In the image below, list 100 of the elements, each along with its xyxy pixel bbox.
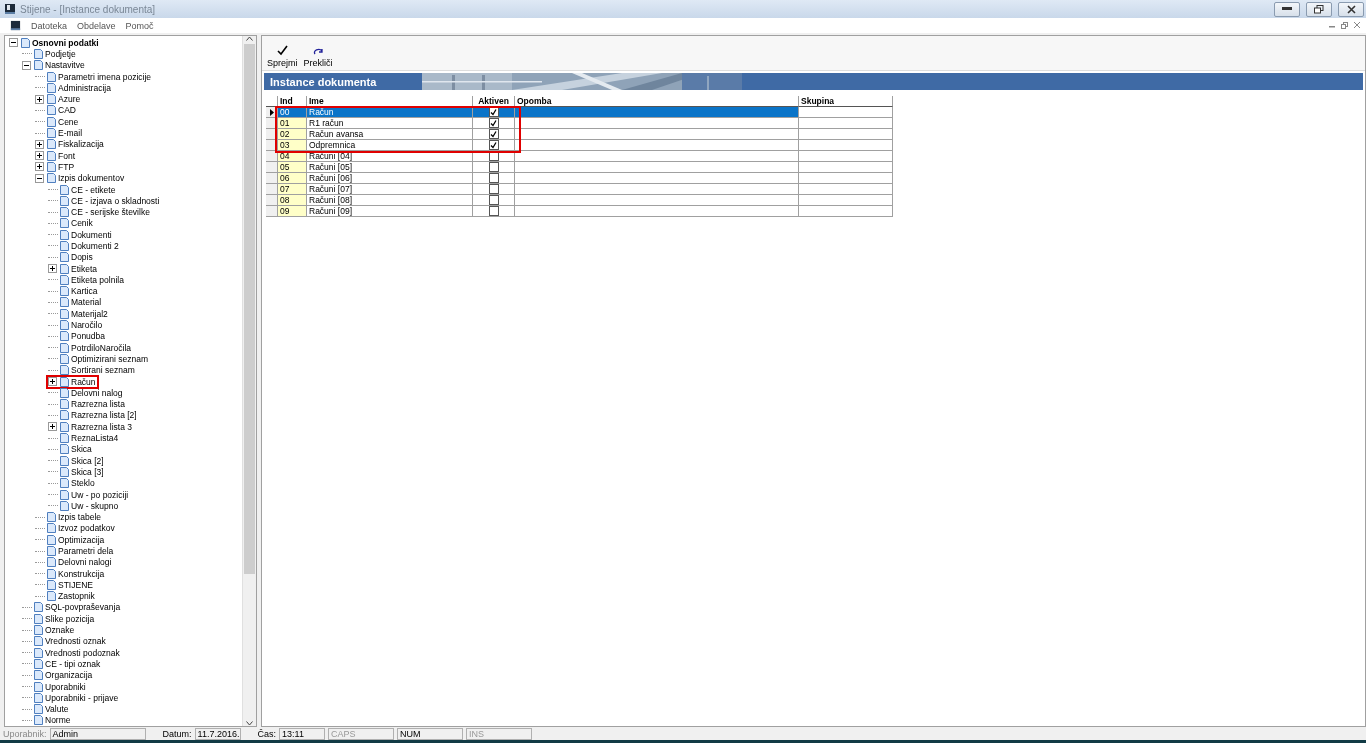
tree-item[interactable]: CE - etikete — [70, 184, 117, 195]
tree-item[interactable]: Zastopnik — [57, 591, 96, 602]
tree-item[interactable]: Razrezna lista [2] — [70, 410, 138, 421]
tree-item[interactable]: Material — [70, 297, 103, 308]
tree-item[interactable]: CE - izjava o skladnosti — [70, 195, 161, 206]
restore-icon[interactable] — [1341, 22, 1348, 29]
tree-item[interactable]: Parametri imena pozicije — [57, 71, 153, 82]
tree-item[interactable]: Skica — [70, 444, 93, 455]
tree-item[interactable]: FTP — [57, 161, 76, 172]
column-header[interactable]: Ime — [307, 96, 473, 107]
tree-item[interactable]: Skica [2] — [70, 455, 105, 466]
expand-icon[interactable] — [48, 422, 57, 432]
restore-button[interactable] — [1306, 1, 1332, 17]
checkbox[interactable] — [488, 206, 499, 216]
tree-item[interactable]: Vrednosti oznak — [44, 636, 107, 647]
collapse-icon[interactable] — [35, 173, 44, 183]
expand-icon[interactable] — [35, 151, 44, 161]
tree-item[interactable]: Norme — [44, 715, 72, 726]
expand-icon[interactable] — [48, 377, 57, 387]
menu-item[interactable]: Obdelave — [77, 20, 116, 31]
tree-item[interactable]: Izpis dokumentov — [57, 173, 126, 184]
checkbox[interactable] — [488, 162, 499, 172]
tree-item[interactable]: Osnovni podatki — [31, 37, 100, 48]
tree-item[interactable]: Slike pozicija — [44, 613, 96, 624]
close-button[interactable] — [1338, 1, 1364, 17]
expand-icon[interactable] — [35, 162, 44, 172]
tree-item[interactable]: Cene — [57, 116, 80, 127]
tree-item[interactable]: PotrdiloNaročila — [70, 342, 132, 353]
table-cell: Račun avansa — [307, 129, 473, 140]
checkbox[interactable] — [488, 195, 499, 205]
tree-item[interactable]: Steklo — [70, 478, 96, 489]
tree-item[interactable]: Uw - po poziciji — [70, 489, 130, 500]
menu-item[interactable]: Pomoč — [125, 20, 154, 31]
column-header[interactable]: Opomba — [515, 96, 799, 107]
collapse-icon[interactable] — [22, 60, 31, 70]
checkbox[interactable] — [488, 129, 499, 139]
tree-item[interactable]: Etiketa — [70, 263, 98, 274]
tree-item[interactable]: CE - tipi oznak — [44, 658, 102, 669]
tree-item[interactable]: Razrezna lista 3 — [70, 421, 133, 432]
save-button[interactable]: Sprejmi — [266, 45, 299, 70]
tree-item[interactable]: Optimizacija — [57, 534, 106, 545]
tree-item[interactable]: Uw - skupno — [70, 500, 120, 511]
tree-item[interactable]: ReznaLista4 — [70, 433, 120, 444]
close-icon[interactable] — [1354, 22, 1360, 28]
column-header[interactable]: Ind — [278, 96, 307, 107]
tree-item[interactable]: Cenik — [70, 218, 94, 229]
checkbox[interactable] — [488, 151, 499, 161]
tree-item[interactable]: Organizacija — [44, 670, 94, 681]
column-header[interactable]: Skupina — [799, 96, 893, 107]
tree-item[interactable]: Azure — [57, 94, 82, 105]
tree-item[interactable]: Administracija — [57, 82, 112, 93]
tree-item[interactable]: STIJENE — [57, 579, 94, 590]
menu-item[interactable]: Datoteka — [31, 20, 68, 31]
tree-item[interactable]: Sortirani seznam — [70, 365, 136, 376]
scrollbar[interactable] — [242, 36, 256, 726]
tree-item[interactable]: Parametri dela — [57, 546, 115, 556]
tree-item[interactable]: Delovni nalog — [70, 387, 124, 398]
tree-item[interactable]: Materijal2 — [70, 308, 109, 319]
tree-item[interactable]: Valute — [44, 704, 70, 715]
scroll-thumb[interactable] — [244, 44, 255, 574]
tree-item[interactable]: Etiketa polnila — [70, 274, 125, 285]
tree-item[interactable]: Kartica — [70, 286, 99, 297]
collapse-icon[interactable] — [9, 38, 18, 48]
tree-item[interactable]: Fiskalizacija — [57, 139, 105, 150]
tree-item[interactable]: Račun — [70, 376, 97, 387]
tree-item[interactable]: Oznake — [44, 625, 76, 636]
scroll-down-icon[interactable] — [246, 721, 253, 726]
tree-item[interactable]: Izvoz podatkov — [57, 523, 116, 534]
tree-item[interactable]: Izpis tabele — [57, 512, 102, 523]
tree-item[interactable]: E-mail — [57, 128, 84, 138]
tree-item[interactable]: Dokumenti 2 — [70, 241, 120, 251]
tree-item[interactable]: Podjetje — [44, 48, 77, 59]
expand-icon[interactable] — [35, 139, 44, 149]
checkbox[interactable] — [488, 140, 499, 150]
tree-item[interactable]: Ponudba — [70, 331, 107, 342]
checkbox[interactable] — [488, 118, 499, 128]
tree-item[interactable]: Font — [57, 150, 76, 161]
tree-item[interactable]: Dopis — [70, 252, 94, 263]
checkbox[interactable] — [488, 173, 499, 183]
minimize-button[interactable] — [1274, 1, 1300, 17]
checkbox[interactable] — [488, 184, 499, 194]
tree-item[interactable]: Vrednosti podoznak — [44, 647, 121, 658]
expand-icon[interactable] — [35, 94, 44, 104]
tree-item[interactable]: Konstrukcija — [57, 568, 106, 579]
tree-item[interactable]: Dokumenti — [70, 229, 113, 240]
tree-item[interactable]: SQL-povpraševanja — [44, 602, 122, 613]
tree-item[interactable]: Delovni nalogi — [57, 557, 113, 568]
expand-icon[interactable] — [48, 264, 57, 274]
tree-item[interactable]: Razrezna lista — [70, 399, 126, 410]
cancel-button[interactable]: Prekliči — [302, 48, 334, 70]
tree-item[interactable]: CAD — [57, 105, 77, 116]
tree-item[interactable]: Naročilo — [70, 320, 104, 331]
checkbox[interactable] — [488, 107, 499, 117]
tree-item[interactable]: CE - serijske številke — [70, 207, 151, 218]
tree-item[interactable]: Nastavitve — [44, 60, 86, 71]
tree-item[interactable]: Optimizirani seznam — [70, 353, 149, 364]
scroll-up-icon[interactable] — [246, 36, 253, 41]
tree-item[interactable]: Uporabniki — [44, 681, 87, 692]
tree-item[interactable]: Skica [3] — [70, 466, 105, 477]
tree-item[interactable]: Uporabniki - prijave — [44, 692, 120, 703]
